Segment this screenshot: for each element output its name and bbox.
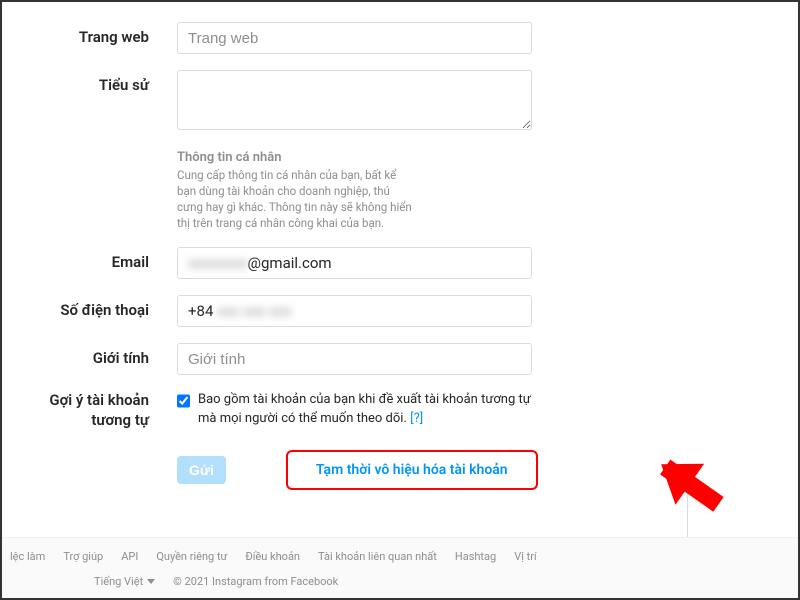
deactivate-account-link[interactable]: Tạm thời vô hiệu hóa tài khoản [286,450,538,490]
footer-links: lệc làm Trợ giúp API Quyền riêng tư Điều… [10,550,790,563]
arrow-annotation [648,450,748,530]
phone-label: Số điện thoại [2,295,177,319]
bio-textarea[interactable] [177,70,532,130]
footer-link[interactable]: Trợ giúp [63,550,103,563]
personal-info-description: Cung cấp thông tin cá nhân của bạn, bất … [177,167,412,231]
phone-input[interactable]: +84 xxx xxx xxx [177,295,532,327]
footer-link[interactable]: Quyền riêng tư [156,550,227,563]
bio-label: Tiểu sử [2,70,177,94]
email-input[interactable]: xxxxxxxx@gmail.com [177,247,532,279]
submit-button[interactable]: Gửi [177,456,226,484]
edit-profile-form: Trang web Tiểu sử Thông tin cá nhân Cung… [2,2,798,490]
copyright-text: © 2021 Instagram from Facebook [173,575,338,588]
website-label: Trang web [2,22,177,46]
footer-link[interactable]: API [121,550,138,563]
suggestion-checkbox-label: Bao gồm tài khoản của bạn khi đề xuất tà… [198,391,532,427]
footer-link[interactable]: Tài khoản liên quan nhất [318,550,437,563]
footer-link[interactable]: lệc làm [10,550,45,563]
language-selector[interactable]: Tiếng Việt [94,575,155,588]
personal-info-header: Thông tin cá nhân [177,150,412,165]
footer: lệc làm Trợ giúp API Quyền riêng tư Điều… [2,537,798,598]
gender-input[interactable] [177,343,532,375]
help-link[interactable]: [?] [410,411,423,426]
footer-link[interactable]: Vị trí [514,550,536,563]
footer-link[interactable]: Hashtag [455,550,496,563]
gender-label: Giới tính [2,343,177,367]
chevron-down-icon [147,579,155,584]
footer-link[interactable]: Điều khoản [245,550,300,563]
suggestion-checkbox[interactable] [177,394,190,408]
suggestion-label: Gợi ý tài khoản tương tự [2,391,177,430]
website-input[interactable] [177,22,532,54]
email-label: Email [2,247,177,271]
